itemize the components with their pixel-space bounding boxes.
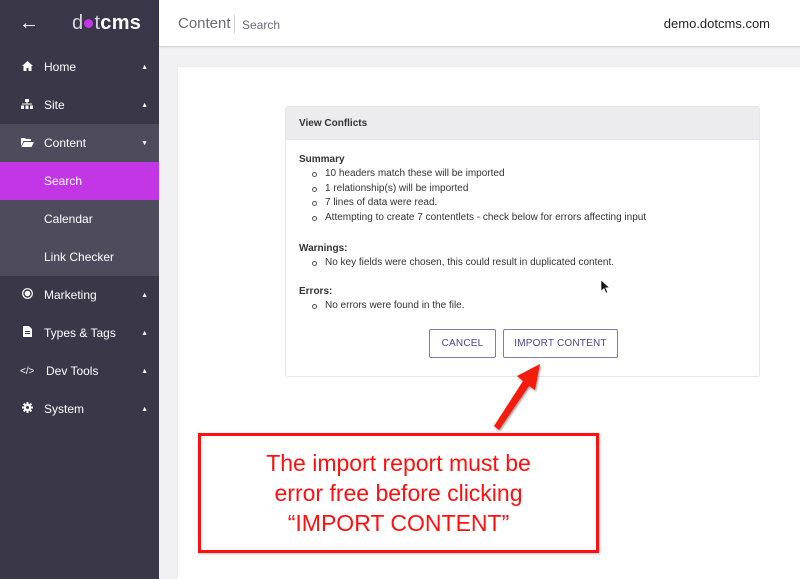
errors-section: Errors: No errors were found in the file… [299,285,746,314]
sidebar-item-home[interactable]: Home ▲ [0,48,159,86]
caret-up-icon: ▲ [141,101,148,109]
warnings-section: Warnings: No key fields were chosen, thi… [299,242,746,271]
sidebar-item-calendar[interactable]: Calendar [0,200,159,238]
summary-item: Attempting to create 7 contentlets - che… [312,211,746,225]
breadcrumb-divider [234,15,235,33]
content-submenu: Search Calendar Link Checker [0,162,159,276]
sidebar-header: ← d tcms [0,0,159,48]
caret-up-icon: ▲ [141,63,148,71]
caret-up-icon: ▲ [141,291,148,299]
warning-item: No key fields were chosen, this could re… [312,256,746,270]
dialog-body: Summary 10 headers match these will be i… [286,140,759,314]
breadcrumb-content[interactable]: Content [178,15,231,32]
sidebar-item-marketing[interactable]: Marketing ▲ [0,276,159,314]
errors-title: Errors: [299,285,333,297]
view-conflicts-dialog: View Conflicts Summary 10 headers match … [285,106,760,377]
top-header: Content Search demo.dotcms.com [159,0,800,47]
bullseye-icon [20,288,34,302]
sidebar-item-label: Marketing [44,288,97,302]
sidebar-item-label: Home [44,60,77,74]
home-icon [20,60,34,74]
sidebar-item-label: Search [44,174,83,188]
summary-item: 7 lines of data were read. [312,196,746,210]
sidebar-item-label: Content [44,136,87,150]
dialog-title: View Conflicts [286,107,759,140]
error-item: No errors were found in the file. [312,299,746,313]
caret-up-icon: ▲ [141,367,148,375]
sidebar-item-label: Calendar [44,212,93,226]
sidebar-item-dev-tools[interactable]: </> Dev Tools ▲ [0,352,159,390]
annotation-callout: The import report must be error free bef… [198,433,599,553]
sidebar-item-label: Link Checker [44,250,115,264]
sidebar-item-system[interactable]: System ▲ [0,390,159,428]
sidebar-item-content[interactable]: Content ▼ [0,124,159,162]
sidebar-item-label: System [44,402,85,416]
sidebar-item-label: Types & Tags [44,326,116,340]
annotation-line: “IMPORT CONTENT” [287,510,510,536]
folder-open-icon [20,137,34,150]
summary-section: Summary 10 headers match these will be i… [299,153,746,225]
caret-up-icon: ▲ [141,405,148,413]
code-icon: </> [20,365,35,377]
annotation-line: The import report must be [266,450,531,476]
sidebar-item-label: Site [44,98,65,112]
sidebar-item-types-tags[interactable]: Types & Tags ▲ [0,314,159,352]
sidebar-nav: Home ▲ Site ▲ Content ▼ Search Calendar [0,48,159,428]
summary-item: 10 headers match these will be imported [312,167,746,181]
gear-icon [20,402,34,416]
sidebar: ← d tcms Home ▲ Site ▲ Content ▼ Search … [0,0,159,579]
sidebar-item-link-checker[interactable]: Link Checker [0,238,159,276]
logo-dot [84,19,94,28]
annotation-arrow-icon [494,364,540,430]
sitemap-icon [20,98,34,112]
summary-item: 1 relationship(s) will be imported [312,182,746,196]
sidebar-item-label: Dev Tools [46,364,99,378]
caret-up-icon: ▲ [141,329,148,337]
summary-title: Summary [299,154,345,165]
import-content-button[interactable]: IMPORT CONTENT [503,329,618,358]
annotation-line: error free before clicking [274,480,523,506]
warnings-title: Warnings: [299,243,348,255]
dotcms-logo[interactable]: d tcms [72,12,141,35]
site-selector[interactable]: demo.dotcms.com [664,16,770,31]
sidebar-item-search[interactable]: Search [0,162,159,200]
arrow-left-icon[interactable]: ← [19,12,39,35]
file-icon [20,326,34,340]
mouse-cursor-icon [601,280,611,294]
sidebar-item-site[interactable]: Site ▲ [0,86,159,124]
caret-down-icon: ▼ [141,139,148,147]
cancel-button[interactable]: CANCEL [429,329,496,358]
breadcrumb-search: Search [242,18,281,32]
